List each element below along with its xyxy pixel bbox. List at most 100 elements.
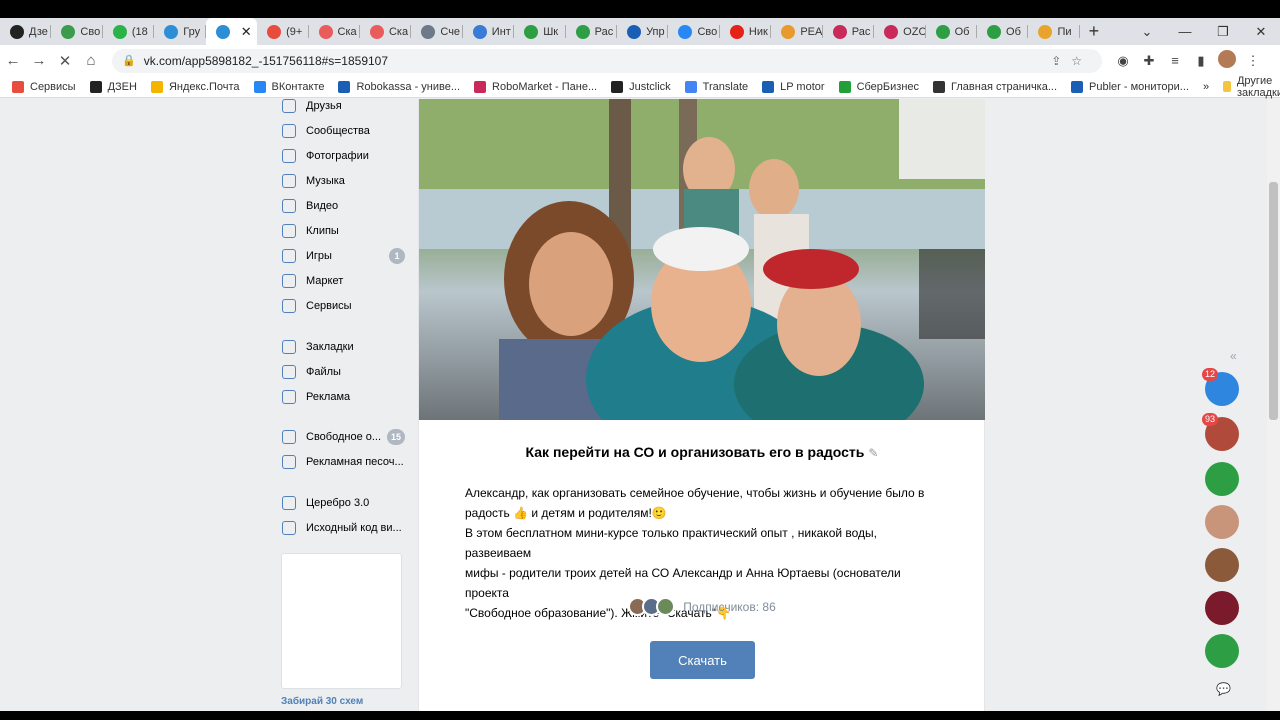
browser-tab[interactable]: Пи	[1028, 18, 1080, 45]
sidebar-item[interactable]: Музыка	[276, 168, 411, 193]
sidebar-ad-box[interactable]	[281, 553, 402, 689]
sidebar-item[interactable]: Сервисы	[276, 293, 411, 318]
browser-tab[interactable]: OZC	[874, 18, 926, 45]
share-star-icons[interactable]: ⇪☆	[1051, 54, 1092, 68]
browser-tab[interactable]: Сче	[411, 18, 463, 45]
bookmark-item[interactable]: СберБизнес	[838, 80, 919, 93]
browser-tab[interactable]: Ска	[309, 18, 360, 45]
sidepanel-icon[interactable]: ▮	[1188, 53, 1214, 69]
sidebar-item[interactable]: Закладки	[276, 334, 411, 359]
description-line: радость 👍 и детям и родителям!🙂	[465, 506, 667, 520]
browser-tab[interactable]: Ска	[360, 18, 412, 45]
bookmark-item[interactable]: ВКонтакте	[253, 80, 324, 93]
download-button[interactable]: Скачать	[650, 641, 755, 679]
minimize-icon[interactable]: —	[1166, 24, 1204, 39]
tab-label: Ска	[388, 25, 409, 38]
browser-tab[interactable]: Шк	[514, 18, 566, 45]
browser-tab[interactable]: Об	[926, 18, 978, 45]
restore-icon[interactable]: ❐	[1204, 24, 1242, 40]
right-panel-group[interactable]	[1205, 462, 1239, 496]
sidebar-item[interactable]: Сообщества	[276, 118, 411, 143]
browser-tab[interactable]: Гру	[154, 18, 206, 45]
tab-label: (18	[131, 25, 148, 38]
browser-tab[interactable]: Рас	[566, 18, 618, 45]
sidebar-item[interactable]: Друзья	[276, 99, 411, 118]
bookmark-item[interactable]: Translate	[684, 80, 748, 93]
sidebar-item[interactable]: Реклама	[276, 384, 411, 409]
sidebar-item[interactable]: Видео	[276, 193, 411, 218]
bookmark-icon	[1071, 80, 1084, 93]
chat-icon[interactable]: 💬	[1216, 682, 1231, 696]
bookmark-item[interactable]: Сервисы	[12, 80, 76, 93]
bookmark-item[interactable]: Justclick	[611, 80, 671, 93]
right-panel-group[interactable]	[1205, 591, 1239, 625]
close-tab-icon[interactable]: ✕	[241, 24, 252, 40]
browser-tab[interactable]: Рас	[823, 18, 875, 45]
right-panel-app[interactable]: 93	[1202, 413, 1239, 451]
browser-tab[interactable]: Инт	[463, 18, 515, 45]
back-icon[interactable]: ←	[0, 52, 26, 69]
url-input[interactable]: 🔒 vk.com/app5898182_-151756118#s=1859107…	[112, 48, 1102, 73]
sidebar-item[interactable]: Свободное о... 15	[276, 424, 411, 449]
tab-favicon-icon	[729, 24, 744, 39]
app-icon	[282, 495, 296, 510]
browser-tab[interactable]: Упр	[617, 18, 669, 45]
bookmark-item[interactable]: Яндекс.Почта	[150, 80, 240, 93]
tab-favicon-icon	[832, 24, 847, 39]
bookmark-label: ДЗЕН	[107, 80, 137, 93]
chevron-down-icon[interactable]: ⌄	[1128, 24, 1166, 40]
browser-tab[interactable]: Дзе	[0, 18, 52, 45]
sidebar-item[interactable]: Клипы	[276, 218, 411, 243]
sidebar-item[interactable]: Игры 1	[276, 243, 411, 268]
browser-tab[interactable]: (9+	[257, 18, 309, 45]
scrollbar-thumb[interactable]	[1269, 182, 1278, 420]
bookmark-item[interactable]: Robokassa - униве...	[338, 80, 460, 93]
bookmark-item[interactable]: Главная страничка...	[933, 80, 1057, 93]
home-icon[interactable]: ⌂	[78, 52, 104, 69]
browser-tab[interactable]: РЕА	[771, 18, 823, 45]
bookmark-label: Сервисы	[30, 80, 76, 93]
tab-label: Дзе	[29, 25, 48, 38]
page-scrollbar[interactable]	[1267, 99, 1280, 711]
bookmark-item[interactable]: ДЗЕН	[89, 80, 137, 93]
browser-tab[interactable]: (18	[103, 18, 155, 45]
chevron-right-icon[interactable]: »	[1203, 81, 1209, 93]
stop-icon[interactable]: ✕	[52, 52, 78, 70]
pencil-icon[interactable]: ✎	[868, 446, 878, 460]
sidebar-item-label: Сообщества	[306, 124, 370, 137]
profile-avatar[interactable]	[1214, 50, 1240, 71]
sidebar-item[interactable]: Маркет	[276, 268, 411, 293]
browser-tab[interactable]: Ник	[720, 18, 772, 45]
puzzle-icon[interactable]: ✚	[1136, 53, 1162, 69]
close-window-icon[interactable]: ✕	[1242, 24, 1280, 40]
forward-icon[interactable]: →	[26, 52, 52, 69]
tab-label: Сче	[440, 25, 461, 38]
browser-tab[interactable]: ✕	[205, 18, 258, 45]
sidebar-item-label: Сервисы	[306, 299, 352, 312]
sidebar-item[interactable]: Исходный код ви...	[276, 515, 411, 540]
browser-tab[interactable]: Сво	[51, 18, 103, 45]
new-tab-button[interactable]: +	[1080, 21, 1108, 42]
sidebar-group: Закладки Файлы Реклама	[276, 334, 411, 409]
sidebar-item[interactable]: Файлы	[276, 359, 411, 384]
browser-tab[interactable]: Сво	[668, 18, 720, 45]
bookmark-item[interactable]: RoboMarket - Пане...	[474, 80, 597, 93]
sidebar-footer-link[interactable]: Забирай 30 схем	[281, 696, 363, 707]
right-panel-contact[interactable]	[1205, 548, 1239, 582]
sidebar-item[interactable]: Церебро 3.0	[276, 490, 411, 515]
right-panel-group[interactable]	[1205, 634, 1239, 668]
sidebar-item[interactable]: Фотографии	[276, 143, 411, 168]
extension-icon[interactable]: ◉	[1110, 53, 1136, 69]
subscribers-count[interactable]: Подписчиков: 86	[683, 600, 776, 614]
right-panel-contact[interactable]	[1205, 505, 1239, 539]
media-icon[interactable]: ≡	[1162, 53, 1188, 68]
menu-icon[interactable]: ⋮	[1240, 53, 1266, 69]
browser-tab[interactable]: Об	[977, 18, 1029, 45]
other-bookmarks[interactable]: Другие закладки	[1237, 75, 1280, 99]
collapse-panel-icon[interactable]: «	[1230, 349, 1237, 363]
bookmark-item[interactable]: Publer - монитори...	[1071, 80, 1189, 93]
subscribers-row: Подписчиков: 86	[419, 597, 985, 616]
right-panel-app[interactable]: 12	[1202, 368, 1239, 406]
sidebar-item[interactable]: Рекламная песоч...	[276, 449, 411, 474]
bookmark-item[interactable]: LP motor	[762, 80, 825, 93]
